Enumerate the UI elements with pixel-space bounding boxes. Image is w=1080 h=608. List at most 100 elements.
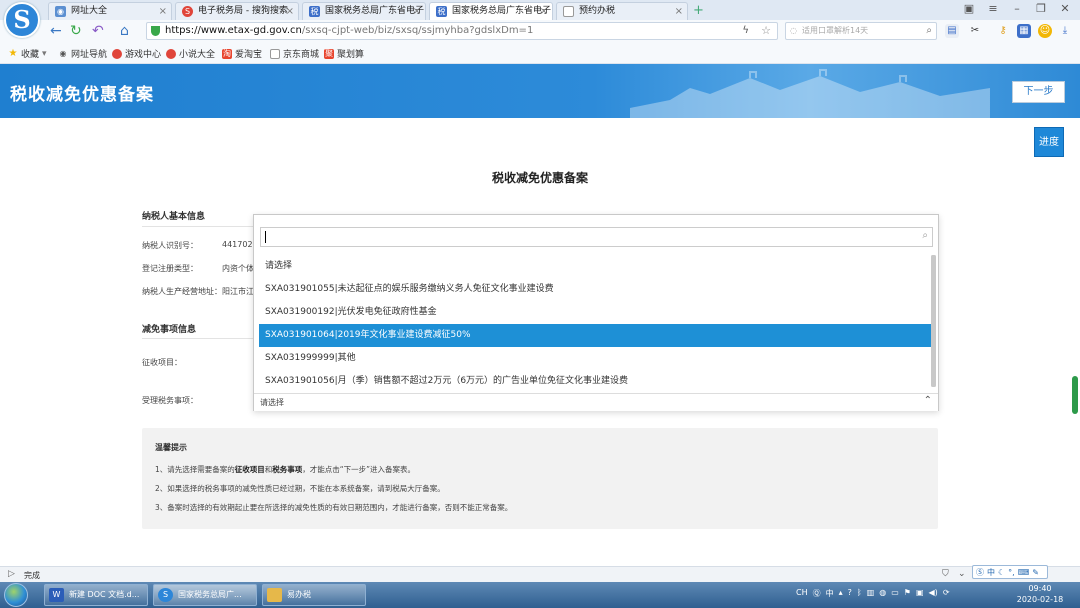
skin-icon[interactable]: ▣ — [960, 1, 978, 17]
page-title: 税收减免优惠备案 — [10, 85, 154, 105]
close-icon[interactable]: × — [286, 3, 294, 20]
speed-mode-icon[interactable]: ϟ — [742, 23, 749, 39]
close-window-button[interactable]: ✕ — [1056, 1, 1074, 17]
dropdown-option[interactable]: SXA031901055|未达起征点的娱乐服务缴纳义务人免征文化事业建设费 — [259, 278, 931, 301]
tax-matter-dropdown[interactable]: ⌕ 请选择 SXA031901055|未达起征点的娱乐服务缴纳义务人免征文化事业… — [253, 214, 939, 411]
taskbar-item-browser[interactable]: S 国家税务总局广... — [153, 584, 257, 606]
tab-3[interactable]: 税 国家税务总局广东省电子 × — [429, 2, 553, 20]
tray-arrow-icon[interactable]: ▴ — [839, 588, 843, 599]
search-icon: ⌕ — [922, 230, 928, 241]
system-tray: CH Ⓠ 中 ▴ ? ᛒ ▥ ◍ ▭ ⚑ ▣ ◀) ⟳ — [796, 588, 950, 599]
dropdown-scrollbar[interactable] — [931, 255, 936, 387]
window-icon[interactable]: ▤ — [945, 24, 959, 38]
sogou-browser-logo-icon[interactable]: S — [4, 2, 40, 38]
back-button[interactable]: ← — [50, 22, 62, 40]
next-step-button[interactable]: 下一步 — [1012, 81, 1065, 103]
bluetooth-icon[interactable]: ᛒ — [857, 588, 862, 599]
bookmark-jd[interactable]: 京东商城 — [270, 47, 319, 60]
ime-toolbar[interactable]: Ⓢ 中 ☾ °, ⌨ ✎ — [972, 565, 1048, 579]
page-scrollbar-thumb[interactable] — [1072, 376, 1078, 414]
tax-matter-select[interactable]: 请选择 ⌃ — [254, 393, 938, 411]
display-icon[interactable]: ▣ — [916, 588, 924, 599]
close-icon[interactable]: × — [540, 3, 548, 20]
scissors-icon[interactable]: ✂ — [968, 24, 982, 38]
tab-4[interactable]: 预约办税 × — [556, 2, 688, 20]
taskbar-clock[interactable]: 09:40 2020-02-18 — [1014, 583, 1066, 605]
tab-0[interactable]: ◉ 网址大全 × — [48, 2, 172, 20]
bookmark-star-icon[interactable]: ☆ — [761, 23, 771, 39]
url-input[interactable]: https://www.etax-gd.gov.cn/sxsq-cjpt-web… — [146, 22, 778, 40]
sogou-browser-icon: S — [158, 588, 173, 602]
bookmark-label: 收藏 — [21, 50, 40, 60]
dropdown-search-input[interactable]: ⌕ — [260, 227, 933, 247]
key-icon[interactable]: ⚷ — [996, 24, 1010, 38]
close-icon[interactable]: × — [159, 3, 167, 20]
refresh-button[interactable]: ↻ — [70, 22, 82, 40]
word-icon: W — [49, 588, 64, 602]
taskbar-item-label: 易办税 — [287, 590, 311, 599]
levy-item-label: 征收项目： — [142, 358, 182, 367]
close-icon[interactable]: × — [413, 3, 421, 20]
search-input[interactable]: ◌ 适用口罩解析14天 ⌕ — [785, 22, 937, 40]
tips-heading: 温馨提示 — [155, 443, 187, 452]
progress-button[interactable]: 进度 — [1034, 127, 1064, 157]
lang-indicator[interactable]: CH — [796, 588, 808, 599]
home-button[interactable]: ⌂ — [120, 22, 129, 40]
bookmark-bar: ★ 收藏 ▾ ◉ 网址导航 游戏中心 小说大全 淘爱淘宝 京东商城 聚聚划算 — [0, 42, 1080, 64]
tip-text: ，才能点击“下一步”进入备案表。 — [302, 465, 416, 474]
great-wall-decoration — [630, 69, 990, 118]
address-bar: ← ↻ ↶ ⌂ https://www.etax-gd.gov.cn/sxsq-… — [0, 20, 1080, 42]
face-icon[interactable]: ☺ — [1038, 24, 1052, 38]
taskbar-item-folder[interactable]: 易办税 — [262, 584, 366, 606]
new-tab-button[interactable]: + — [693, 3, 704, 18]
play-icon[interactable]: ▷ — [8, 569, 15, 579]
help-icon[interactable]: ? — [848, 588, 852, 599]
star-icon: ★ — [8, 47, 18, 59]
shield-icon[interactable]: ⛉ — [942, 569, 949, 579]
chevron-down-icon[interactable]: ⌄ — [958, 569, 966, 579]
dropdown-option[interactable]: 请选择 — [259, 255, 931, 278]
undo-close-button[interactable]: ↶ — [92, 22, 104, 40]
tab-label: 国家税务总局广东省电子 — [452, 6, 552, 16]
tab-2[interactable]: 税 国家税务总局广东省电子 × — [302, 2, 426, 20]
form-title: 税收减免优惠备案 — [491, 171, 588, 185]
dropdown-option[interactable]: SXA031901056|月（季）销售额不超过2万元（6万元）的广告业单位免征文… — [259, 370, 931, 393]
monitor-icon[interactable]: ▭ — [891, 588, 899, 599]
close-icon[interactable]: × — [675, 3, 683, 20]
network-icon[interactable]: ▥ — [867, 588, 875, 599]
menu-icon[interactable]: ≡ — [984, 1, 1002, 17]
search-icon[interactable]: ⌕ — [926, 23, 932, 39]
ime-tray-icon[interactable]: 中 — [826, 588, 834, 599]
security-icon[interactable]: ◍ — [879, 588, 886, 599]
qq-icon[interactable]: Ⓠ — [813, 588, 821, 599]
tab-label: 电子税务局 - 搜狗搜索 — [198, 6, 288, 16]
bookmark-label: 小说大全 — [179, 50, 216, 60]
tab-1[interactable]: S 电子税务局 - 搜狗搜索 × — [175, 2, 299, 20]
bookmark-favorites[interactable]: ★ 收藏 ▾ — [8, 47, 47, 60]
dropdown-scrollbar-thumb[interactable] — [931, 255, 936, 387]
selected-value: 请选择 — [260, 398, 284, 407]
dropdown-options: 请选择 SXA031901055|未达起征点的娱乐服务缴纳义务人免征文化事业建设… — [259, 255, 931, 393]
bookmark-games[interactable]: 游戏中心 — [112, 47, 161, 60]
start-button[interactable] — [4, 583, 28, 607]
dropdown-option-highlighted[interactable]: SXA031901064|2019年文化事业建设费减征50% — [259, 324, 931, 347]
bookmark-novels[interactable]: 小说大全 — [166, 47, 215, 60]
sync-icon[interactable]: ⟳ — [943, 588, 950, 599]
grid-icon[interactable]: ▦ — [1017, 24, 1031, 38]
dropdown-option[interactable]: SXA031900192|光伏发电免征政府性基金 — [259, 301, 931, 324]
bookmark-juhuasuan[interactable]: 聚聚划算 — [324, 47, 364, 60]
exemption-section-heading: 减免事项信息 — [142, 325, 197, 335]
clock-time: 09:40 — [1028, 584, 1052, 593]
bookmark-taobao[interactable]: 淘爱淘宝 — [222, 47, 262, 60]
taskbar-item-word[interactable]: W 新建 DOC 文档.d... — [44, 584, 148, 606]
flag-icon[interactable]: ⚑ — [904, 588, 911, 599]
bookmark-nav[interactable]: ◉ 网址导航 — [58, 47, 108, 61]
minimize-button[interactable]: – — [1008, 1, 1026, 17]
taskbar-item-label: 新建 DOC 文档.d... — [69, 590, 140, 599]
tab-label: 预约办税 — [579, 6, 616, 16]
download-icon[interactable]: ⤓ — [1058, 24, 1072, 38]
bookmark-label: 游戏中心 — [125, 50, 162, 60]
maximize-button[interactable]: ❐ — [1032, 1, 1050, 17]
dropdown-option[interactable]: SXA031999999|其他 — [259, 347, 931, 370]
volume-icon[interactable]: ◀) — [929, 588, 938, 599]
